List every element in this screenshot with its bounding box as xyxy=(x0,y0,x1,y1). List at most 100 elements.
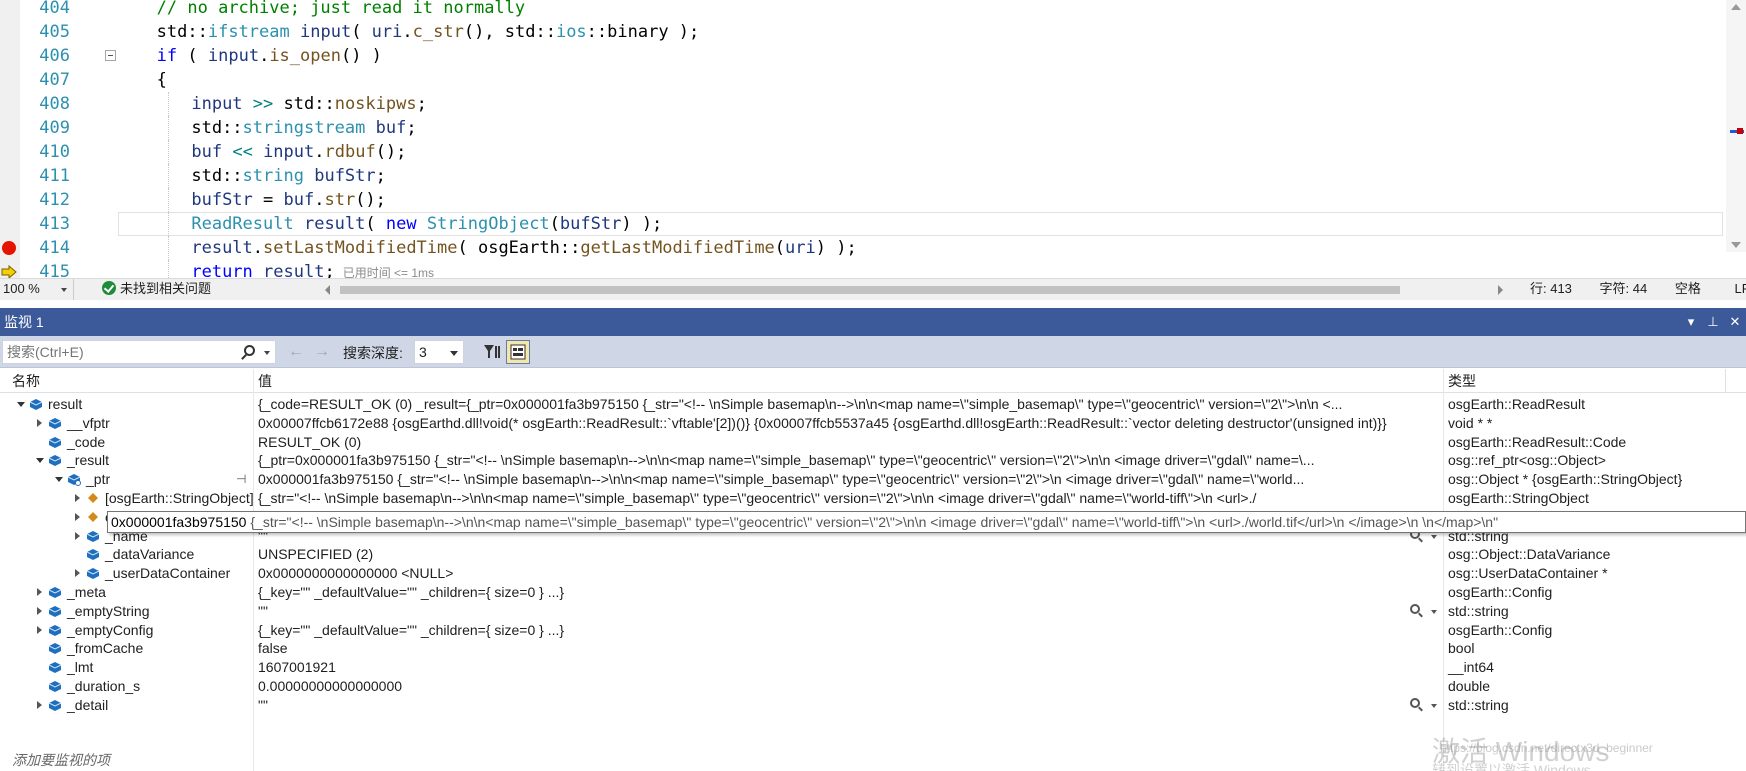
issues-text: 未找到相关问题 xyxy=(120,281,212,296)
code-text[interactable]: std::stringstream buf; xyxy=(191,116,416,140)
line-number: 412 xyxy=(39,190,70,210)
source-watermark: https://blog.csdn.net/directx3d_beginner xyxy=(1440,741,1653,755)
cursor-position-info: 行: 413 字符: 44 空格 LF xyxy=(1530,279,1746,299)
watch-search-box[interactable] xyxy=(2,340,276,364)
column-header-value[interactable]: 值 xyxy=(254,369,1444,393)
line-number: 413 xyxy=(39,214,70,234)
code-line[interactable]: 409 std::stringstream buf; xyxy=(0,116,1746,140)
code-text[interactable]: std::string bufStr; xyxy=(191,164,386,188)
column-header-type[interactable]: 类型 xyxy=(1444,369,1726,393)
line-number: 407 xyxy=(39,70,70,90)
perf-tip[interactable]: 已用时间 <= 1ms xyxy=(343,266,434,278)
window-menu-chevron-icon[interactable]: ▾ xyxy=(1682,308,1700,336)
editor-horizontal-scrollbar[interactable] xyxy=(325,284,1503,296)
indent-guide xyxy=(167,140,169,164)
chevron-down-icon xyxy=(450,351,458,356)
code-line[interactable]: 411 std::string bufStr; xyxy=(0,164,1746,188)
watch-name-cell[interactable]: _detail xyxy=(0,695,254,716)
chevron-down-icon[interactable] xyxy=(264,351,270,355)
object-icon xyxy=(48,624,62,636)
filter-button[interactable] xyxy=(480,340,504,364)
line-number: 408 xyxy=(39,94,70,114)
watch-value-cell[interactable]: "" xyxy=(254,695,1444,716)
code-text[interactable]: return result; 已用时间 <= 1ms xyxy=(191,260,434,278)
whitespace-status[interactable]: 空格 xyxy=(1675,279,1701,299)
code-text[interactable]: bufStr = buf.str(); xyxy=(191,188,386,212)
line-number-status[interactable]: 行: 413 xyxy=(1530,279,1572,299)
char-number-status[interactable]: 字符: 44 xyxy=(1600,279,1648,299)
code-text[interactable]: result.setLastModifiedTime( osgEarth::ge… xyxy=(191,236,856,260)
base-class-icon xyxy=(88,493,98,503)
code-editor[interactable]: 404// no archive; just read it normally 4… xyxy=(0,0,1746,278)
line-number: 411 xyxy=(39,166,70,186)
search-previous-arrow-icon[interactable]: ← xyxy=(288,344,304,360)
tooltip-address: 0x000001fa3b975150 xyxy=(111,514,247,530)
line-number: 404 xyxy=(39,0,70,18)
object-icon xyxy=(86,530,100,542)
scroll-down-icon[interactable] xyxy=(1731,242,1741,248)
watch-row[interactable]: _detail "" std::string xyxy=(0,695,1746,716)
expand-triangle-icon[interactable] xyxy=(35,695,45,716)
collapse-block-icon[interactable] xyxy=(105,50,116,61)
watch-window-title-bar[interactable]: 监视 1 ▾ ⊥ ✕ xyxy=(0,308,1746,336)
issues-indicator[interactable]: 未找到相关问题 xyxy=(102,279,211,299)
code-line[interactable]: 414 result.setLastModifiedTime( osgEarth:… xyxy=(0,236,1746,260)
search-depth-label: 搜索深度: xyxy=(343,345,403,361)
pin-icon[interactable]: ⊥ xyxy=(1704,308,1722,336)
indent-guide xyxy=(167,92,169,116)
pointer-object-icon xyxy=(67,474,81,487)
code-text[interactable]: buf << input.rdbuf(); xyxy=(191,140,406,164)
scroll-up-icon[interactable] xyxy=(1731,4,1741,10)
code-text[interactable]: input >> std::noskipws; xyxy=(191,92,426,116)
object-icon xyxy=(48,681,62,692)
code-text[interactable]: std::ifstream input( uri.c_str(), std::i… xyxy=(157,20,700,44)
watch-search-input[interactable] xyxy=(3,341,233,363)
line-number: 410 xyxy=(39,142,70,162)
code-line[interactable]: 408 input >> std::noskipws; xyxy=(0,92,1746,116)
code-text[interactable]: { xyxy=(157,68,167,92)
search-next-arrow-icon[interactable]: → xyxy=(314,344,330,360)
code-line[interactable]: 413 ReadResult result( new StringObject(b… xyxy=(0,212,1746,236)
text-visualizer-icon[interactable] xyxy=(1410,697,1437,712)
code-text[interactable]: // no archive; just read it normally xyxy=(157,0,525,20)
watch-window-title: 监视 1 xyxy=(4,314,44,330)
search-depth-select[interactable]: 3 xyxy=(414,340,464,364)
current-statement-arrow-icon[interactable] xyxy=(1,265,17,278)
object-icon xyxy=(48,699,62,711)
code-line[interactable]: 412 bufStr = buf.str(); xyxy=(0,188,1746,212)
code-line[interactable]: 407 { xyxy=(0,68,1746,92)
code-line[interactable]: 405 std::ifstream input( uri.c_str(), std… xyxy=(0,20,1746,44)
code-line[interactable]: 415 return result; 已用时间 <= 1ms xyxy=(0,260,1746,278)
object-icon xyxy=(48,587,62,598)
close-icon[interactable]: ✕ xyxy=(1726,308,1744,336)
editor-status-bar: 100 % 未找到相关问题 行: 413 字符: 44 空格 LF xyxy=(0,278,1746,300)
column-header-name[interactable]: 名称 xyxy=(0,369,254,393)
code-line[interactable]: 410 buf << input.rdbuf(); xyxy=(0,140,1746,164)
scrollbar-thumb[interactable] xyxy=(340,286,1400,294)
scroll-left-icon[interactable] xyxy=(325,285,330,295)
base-class-icon xyxy=(88,511,98,522)
zoom-level-select[interactable]: 100 % xyxy=(0,279,74,300)
activate-windows-subtext: 转到设置以激活 Windows。 xyxy=(1432,762,1605,771)
breakpoint-icon[interactable] xyxy=(2,241,16,255)
code-line[interactable]: 404 // no archive; just read it normally xyxy=(0,0,1746,20)
indent-guide xyxy=(167,188,169,212)
code-line[interactable]: 406 if ( input.is_open() ) xyxy=(0,44,1746,68)
text-visualizer-icon[interactable] xyxy=(1410,603,1437,618)
code-text[interactable]: if ( input.is_open() ) xyxy=(157,44,382,68)
watch-toolbar: ← → 搜索深度: 3 xyxy=(0,336,1746,368)
object-icon xyxy=(48,436,62,448)
hex-display-toggle-button[interactable] xyxy=(506,340,530,364)
scroll-right-icon[interactable] xyxy=(1498,285,1503,295)
watch-grid[interactable]: 名称 值 类型 result {_code=RESULT_OK (0) _resu… xyxy=(0,369,1746,771)
line-number: 406 xyxy=(39,46,70,66)
value-tooltip: 0x000001fa3b975150 {_str="<!-- \nSimple … xyxy=(107,511,1746,533)
search-icon[interactable] xyxy=(244,345,255,356)
line-number: 414 xyxy=(39,238,70,258)
hex-display-icon xyxy=(510,344,526,360)
code-text[interactable]: ReadResult result( new StringObject(bufS… xyxy=(191,212,662,236)
watch-type-cell: std::string xyxy=(1448,696,1509,713)
line-ending-status[interactable]: LF xyxy=(1735,279,1746,299)
editor-vertical-scrollbar[interactable] xyxy=(1726,0,1746,252)
indent-guide xyxy=(167,164,169,188)
